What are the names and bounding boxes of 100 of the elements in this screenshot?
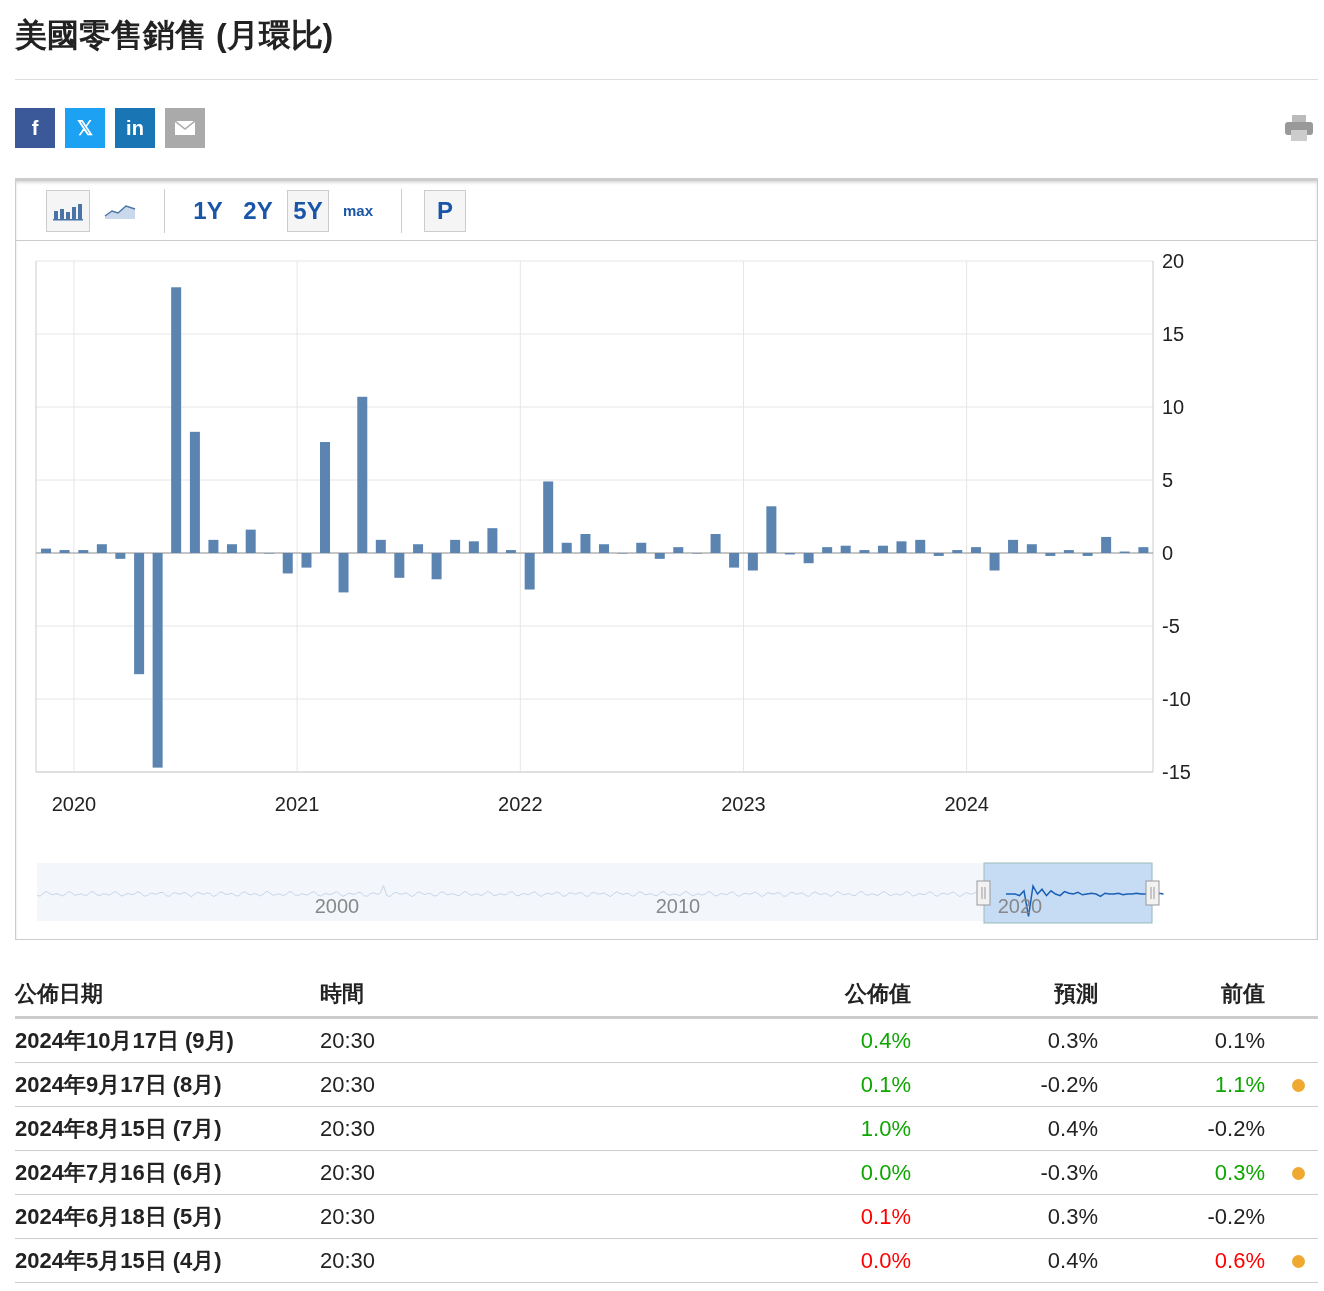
navigator-label: 2000 xyxy=(314,895,360,917)
range-button[interactable]: 2Y xyxy=(237,189,279,232)
bar xyxy=(654,553,665,559)
x-axis-label: 2022 xyxy=(498,793,543,815)
table-cell: 0.0% xyxy=(620,1238,911,1283)
bar xyxy=(766,506,777,553)
bar xyxy=(245,529,256,553)
mail-button[interactable] xyxy=(165,108,205,148)
bar xyxy=(1063,550,1074,553)
table-cell: 0.3% xyxy=(911,1017,1098,1063)
bar xyxy=(431,553,442,580)
bar xyxy=(915,539,926,553)
bar xyxy=(636,542,647,553)
bar-chart-button[interactable] xyxy=(46,189,90,232)
envelope-icon xyxy=(175,121,195,135)
bar xyxy=(413,544,424,553)
table-cell: 2024年9月17日 (8月) xyxy=(15,1062,320,1107)
table-cell: 20:30 xyxy=(320,1194,620,1239)
table-cell: 2024年5月15日 (4月) xyxy=(15,1238,320,1283)
table-cell: 0.1% xyxy=(620,1194,911,1239)
bar xyxy=(115,553,126,559)
p-button[interactable]: P xyxy=(424,189,466,232)
table-cell: 0.4% xyxy=(620,1017,911,1063)
bar xyxy=(673,547,684,553)
y-axis-label: 5 xyxy=(1162,469,1174,491)
y-axis-label: 10 xyxy=(1162,396,1185,418)
bar xyxy=(543,481,554,553)
table-cell: 1.1% xyxy=(1098,1062,1265,1107)
bar xyxy=(840,545,851,553)
range-button[interactable]: max xyxy=(337,189,379,232)
bar xyxy=(450,539,461,553)
handle-icon[interactable] xyxy=(976,880,991,906)
bar xyxy=(1026,544,1037,553)
table-cell: 20:30 xyxy=(320,1150,620,1195)
table-cell: 0.1% xyxy=(1098,1017,1265,1063)
table-cell: 2024年10月17日 (9月) xyxy=(15,1017,320,1063)
table-cell: 0.3% xyxy=(1098,1150,1265,1195)
column-header[interactable]: 公佈值 xyxy=(620,972,911,1018)
bar xyxy=(952,550,963,553)
y-axis-label: 0 xyxy=(1162,542,1174,564)
bar xyxy=(599,544,609,553)
range-button[interactable]: 1Y xyxy=(187,189,229,232)
bar xyxy=(338,553,349,593)
bar xyxy=(971,547,981,553)
navigator-selection[interactable] xyxy=(983,862,1153,924)
table-cell: -0.2% xyxy=(1098,1194,1265,1239)
table-cell: 0.6% xyxy=(1098,1238,1265,1283)
column-header[interactable]: 公佈日期 xyxy=(15,972,320,1018)
x-axis-label: 2020 xyxy=(51,793,97,815)
bar xyxy=(524,553,535,590)
bar xyxy=(96,544,107,553)
bar xyxy=(877,545,888,553)
bar xyxy=(1082,553,1093,556)
table-cell: 20:30 xyxy=(320,1017,620,1063)
bar xyxy=(394,553,405,578)
print-icon[interactable] xyxy=(1284,113,1314,143)
share-button[interactable]: f xyxy=(15,108,55,148)
table-cell: 0.4% xyxy=(911,1238,1098,1283)
table-cell: 2024年7月16日 (6月) xyxy=(15,1150,320,1195)
y-axis-label: -15 xyxy=(1162,761,1191,783)
bar xyxy=(301,553,312,568)
table-cell: 2024年8月15日 (7月) xyxy=(15,1106,320,1151)
bar xyxy=(59,550,70,553)
bar xyxy=(896,541,907,553)
handle-icon[interactable] xyxy=(1145,880,1160,906)
bar xyxy=(78,550,89,553)
y-axis-label: -10 xyxy=(1162,688,1191,710)
table-cell: 0.4% xyxy=(911,1106,1098,1151)
table-cell: 0.3% xyxy=(911,1194,1098,1239)
share-button[interactable]: in xyxy=(115,108,155,148)
bar xyxy=(208,539,219,553)
table-cell: 20:30 xyxy=(320,1062,620,1107)
column-header[interactable]: 前值 xyxy=(1098,972,1265,1018)
bar xyxy=(1045,553,1056,556)
table-cell: -0.2% xyxy=(1098,1106,1265,1151)
y-axis-label: -5 xyxy=(1162,615,1180,637)
y-axis-label: 20 xyxy=(1162,250,1185,272)
table-cell: -0.2% xyxy=(911,1062,1098,1107)
table-cell: 1.0% xyxy=(620,1106,911,1151)
bar xyxy=(1008,539,1019,553)
bar xyxy=(933,553,944,556)
bar xyxy=(468,541,479,553)
bar xyxy=(1101,536,1112,553)
bar xyxy=(282,553,293,574)
x-axis-label: 2024 xyxy=(944,793,989,815)
bar xyxy=(989,553,1000,571)
bar xyxy=(375,539,386,553)
navigator-label: 2010 xyxy=(655,895,701,917)
range-button[interactable]: 5Y xyxy=(287,189,329,232)
bar xyxy=(487,528,498,553)
bar xyxy=(226,544,237,553)
bar xyxy=(1138,547,1149,553)
table-cell: 20:30 xyxy=(320,1238,620,1283)
bar xyxy=(505,550,516,553)
bar xyxy=(747,553,758,571)
page-title: 美國零售銷售 (月環比) xyxy=(15,16,335,55)
bar xyxy=(729,553,740,568)
table-cell: 0.0% xyxy=(620,1150,911,1195)
column-header[interactable]: 預測 xyxy=(911,972,1098,1018)
column-header[interactable]: 時間 xyxy=(320,972,620,1018)
